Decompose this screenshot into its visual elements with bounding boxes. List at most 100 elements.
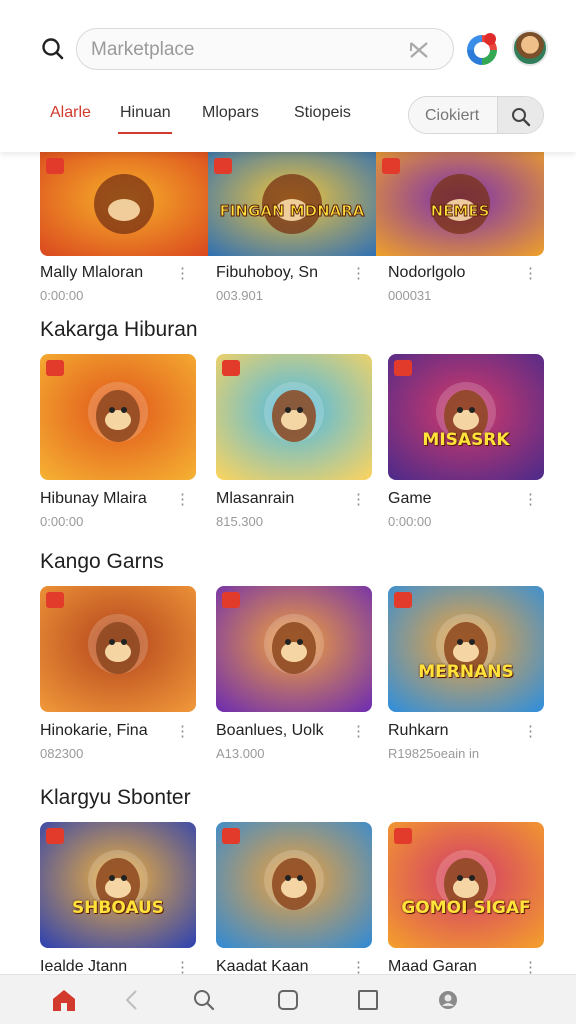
more-options-icon[interactable]: ⋮	[175, 266, 190, 281]
section-title: Kakarga Hiburan	[40, 318, 198, 341]
card-subtitle: 082300	[40, 746, 84, 761]
thumbnail-art	[40, 586, 196, 712]
more-options-icon[interactable]: ⋮	[351, 724, 366, 739]
search-box[interactable]	[76, 28, 454, 70]
tab-hinuan[interactable]: Hinuan	[120, 104, 171, 122]
google-app-icon[interactable]	[464, 31, 500, 67]
game-card[interactable]: Boanlues, Uolk A13.000 ⋮	[216, 586, 372, 766]
game-thumbnail[interactable]: SHBOAUS	[40, 822, 196, 948]
search-icon	[512, 108, 531, 127]
card-title: Maad Garan	[388, 958, 477, 974]
card-subtitle: 0:00:00	[388, 514, 432, 529]
search-icon[interactable]	[190, 987, 218, 1013]
more-options-icon[interactable]: ⋮	[351, 492, 366, 507]
more-options-icon[interactable]: ⋮	[175, 492, 190, 507]
game-card[interactable]: Kaadat Kaan ⋮	[216, 822, 372, 974]
card-subtitle: 003.901	[216, 288, 263, 303]
more-options-icon[interactable]: ⋮	[523, 724, 538, 739]
thumb-logo-text: MERNANS	[418, 662, 514, 682]
card-subtitle: 000031	[388, 288, 432, 303]
bottom-navigation	[0, 974, 576, 1024]
game-card[interactable]: MERNANS Ruhkarn R19825oeain in ⋮	[388, 586, 544, 766]
more-options-icon[interactable]: ⋮	[523, 266, 538, 281]
thumb-logo-text: FINGAN MDNARA	[220, 202, 365, 220]
more-options-icon[interactable]: ⋮	[523, 960, 538, 974]
section-title: Kango Garns	[40, 550, 164, 573]
card-subtitle: 0:00:00	[40, 514, 84, 529]
card-title: Mlasanrain	[216, 490, 295, 507]
more-options-icon[interactable]: ⋮	[523, 492, 538, 507]
featured-artwork: FINGAN MDNARA NEMES	[40, 152, 544, 256]
game-thumbnail[interactable]: MISASRK	[388, 354, 544, 480]
thumb-logo-text: NEMES	[431, 202, 490, 220]
thumbnail-art	[40, 354, 196, 480]
search-icon[interactable]	[40, 36, 66, 62]
thumbnail-art	[216, 354, 372, 480]
thumb-logo-text: GOMOI SIGAF	[401, 898, 531, 918]
game-thumbnail[interactable]	[216, 586, 372, 712]
card-title: Hinokarie, Fina	[40, 722, 148, 739]
thumbnail-art	[216, 586, 372, 712]
thumbnail-art	[388, 586, 544, 712]
thumb-logo-text: SHBOAUS	[71, 898, 165, 918]
tab-stiopeis[interactable]: Stiopeis	[294, 104, 351, 122]
game-card[interactable]: MISASRK Game 0:00:00 ⋮	[388, 354, 544, 534]
home-icon[interactable]	[50, 987, 78, 1013]
card-title: Nodorlgolo	[388, 264, 466, 281]
category-tabs: Alarle Hinuan Mlopars Stiopeis Ciokiert	[0, 94, 576, 138]
tab-mlopars[interactable]: Mlopars	[202, 104, 259, 122]
game-thumbnail[interactable]: MERNANS	[388, 586, 544, 712]
cookie-search-button[interactable]	[497, 97, 543, 133]
thumb-logo-text: MISASRK	[422, 430, 510, 450]
badge-icon	[214, 158, 232, 174]
game-row: SHBOAUS Iealde Jtann ⋮ Kaadat Kaan ⋮ GOMOI SI…	[40, 822, 544, 974]
card-subtitle: R19825oeain in	[388, 746, 480, 761]
more-options-icon[interactable]: ⋮	[175, 724, 190, 739]
search-row	[0, 26, 576, 72]
more-options-icon[interactable]: ⋮	[175, 960, 190, 974]
marketplace-screen: Alarle Hinuan Mlopars Stiopeis Ciokiert …	[0, 0, 576, 1024]
game-thumbnail[interactable]	[40, 586, 196, 712]
recents-icon[interactable]	[354, 987, 382, 1013]
card-title: Kaadat Kaan	[216, 958, 309, 974]
search-input[interactable]	[91, 35, 391, 65]
thumbnail-art	[40, 822, 196, 948]
square-icon[interactable]	[274, 987, 302, 1013]
card-title: Mally Mlaloran	[40, 264, 144, 281]
profile-icon[interactable]	[434, 987, 462, 1013]
clear-icon[interactable]	[407, 39, 431, 61]
game-card[interactable]: SHBOAUS Iealde Jtann ⋮	[40, 822, 196, 974]
tab-alarle[interactable]: Alarle	[50, 104, 91, 122]
badge-icon	[382, 158, 400, 174]
card-title: Fibuhoboy, Sn	[216, 264, 318, 281]
game-card[interactable]: Mlasanrain 815.300 ⋮	[216, 354, 372, 534]
cookie-filter[interactable]: Ciokiert	[408, 96, 544, 134]
game-thumbnail[interactable]	[40, 354, 196, 480]
game-thumbnail[interactable]: GOMOI SIGAF	[388, 822, 544, 948]
card-title: Game	[388, 490, 432, 507]
cookie-filter-label: Ciokiert	[425, 107, 480, 124]
featured-row: FINGAN MDNARA NEMES Mally Mlaloran 0:00:0…	[40, 152, 544, 312]
user-avatar[interactable]	[512, 30, 548, 66]
game-thumbnail[interactable]	[216, 354, 372, 480]
game-thumbnail[interactable]	[216, 822, 372, 948]
featured-banner[interactable]: FINGAN MDNARA NEMES	[40, 152, 544, 256]
card-title: Boanlues, Uolk	[216, 722, 324, 739]
game-row: Hibunay Mlaira 0:00:00 ⋮ Mlasanrain 815.300 ⋮…	[40, 354, 544, 544]
game-row: Hinokarie, Fina 082300 ⋮ Boanlues, Uolk A13.…	[40, 586, 544, 776]
card-subtitle: 0:00:00	[40, 288, 84, 303]
back-icon[interactable]	[118, 987, 146, 1013]
card-subtitle: A13.000	[216, 746, 265, 761]
more-options-icon[interactable]: ⋮	[351, 266, 366, 281]
card-subtitle: 815.300	[216, 514, 263, 529]
thumbnail-art	[388, 822, 544, 948]
game-card[interactable]: Hinokarie, Fina 082300 ⋮	[40, 586, 196, 766]
card-title: Iealde Jtann	[40, 958, 128, 974]
thumbnail-art	[216, 822, 372, 948]
game-card[interactable]: GOMOI SIGAF Maad Garan ⋮	[388, 822, 544, 974]
badge-icon	[46, 158, 64, 174]
game-card[interactable]: Hibunay Mlaira 0:00:00 ⋮	[40, 354, 196, 534]
content-feed: FINGAN MDNARA NEMES Mally Mlaloran 0:00:0…	[0, 152, 576, 974]
more-options-icon[interactable]: ⋮	[351, 960, 366, 974]
active-tab-indicator	[118, 132, 172, 134]
